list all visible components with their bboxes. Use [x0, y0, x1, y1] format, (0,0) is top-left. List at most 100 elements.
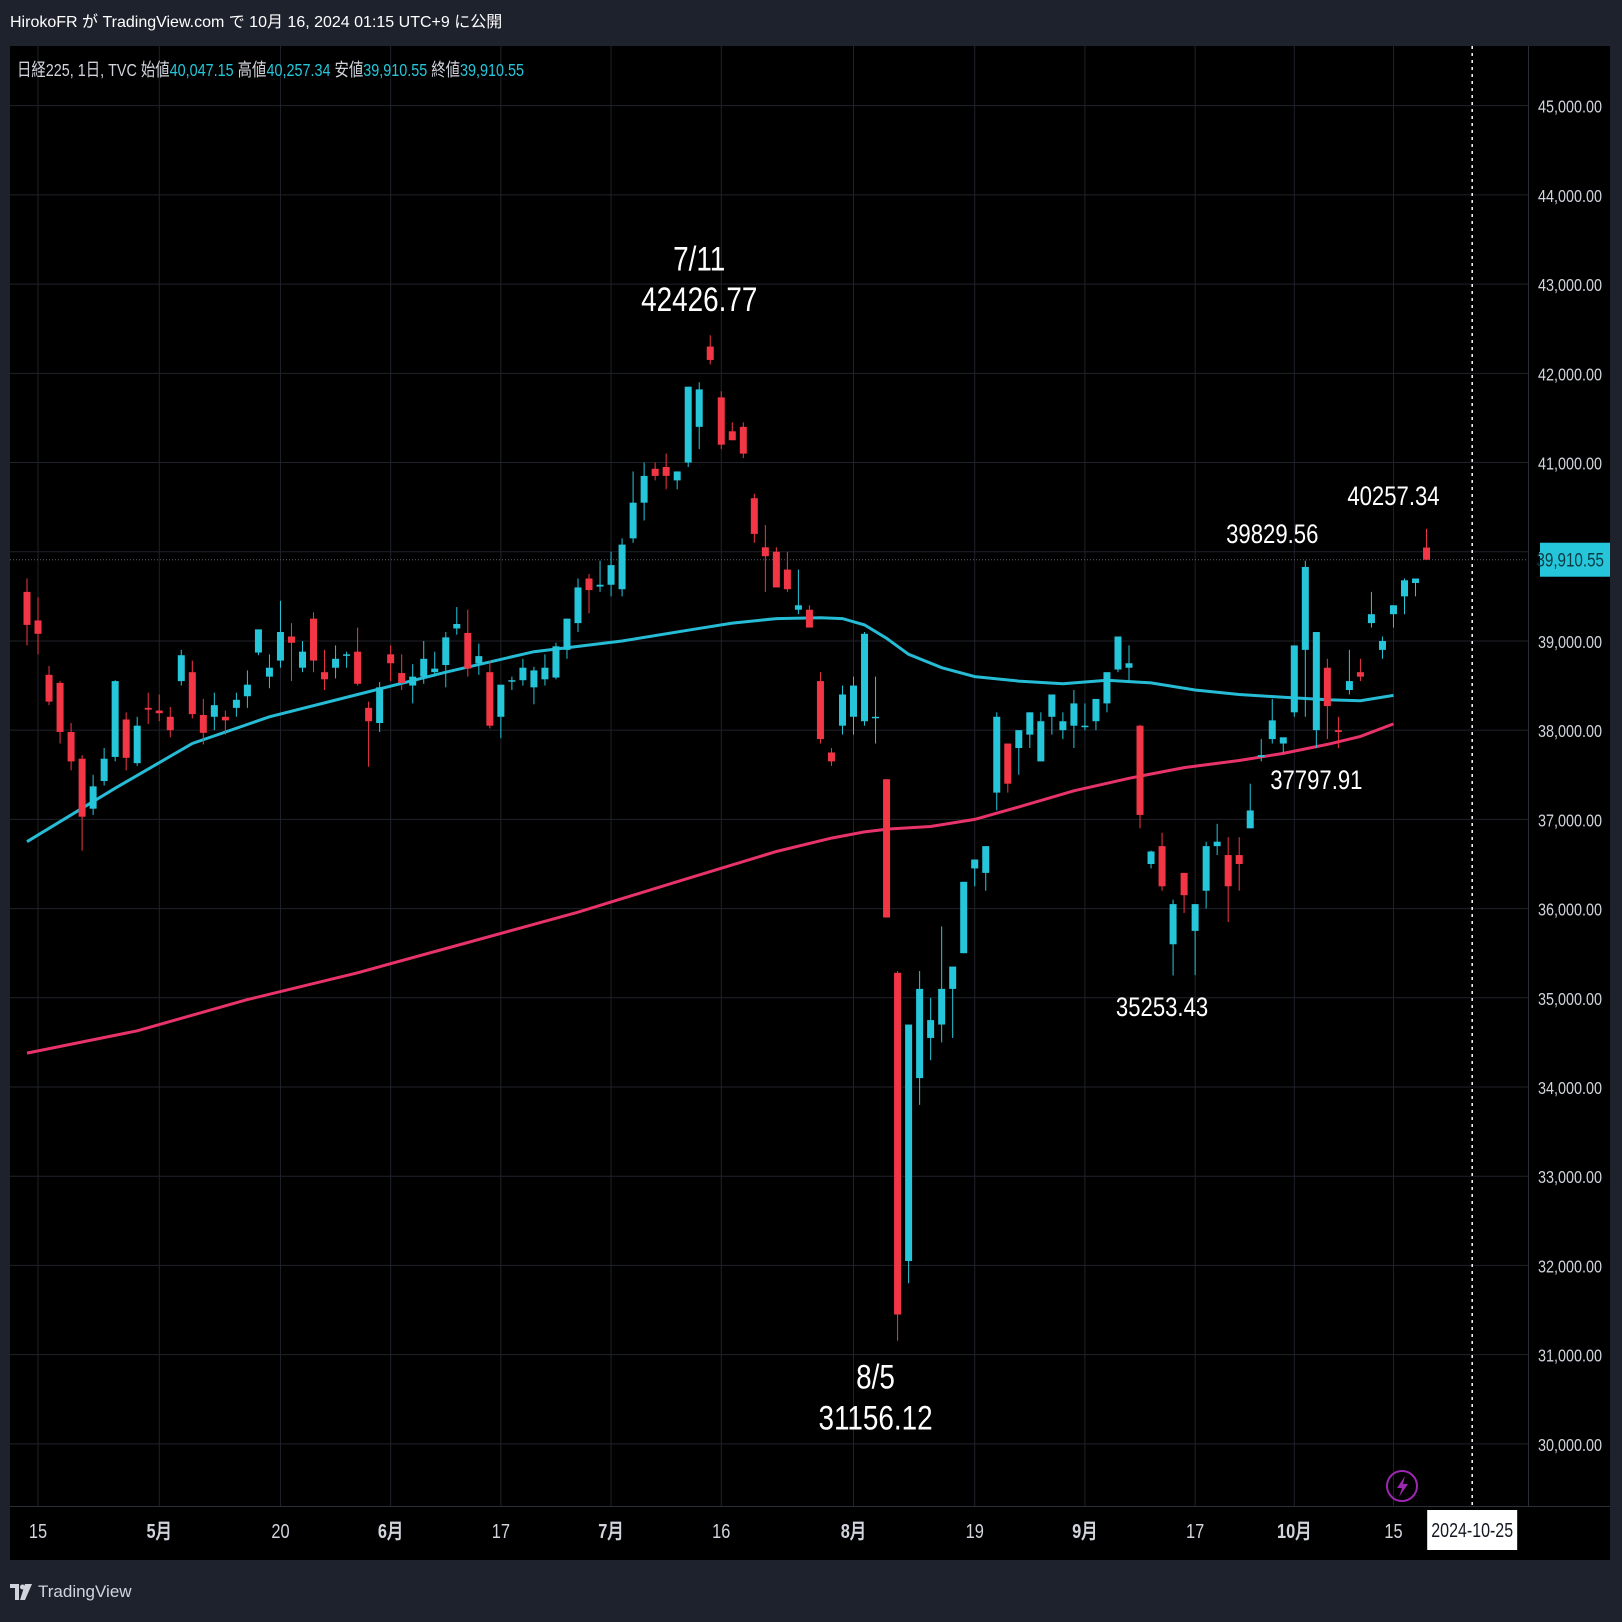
candle[interactable] [838, 685, 846, 735]
candle[interactable] [1037, 712, 1045, 762]
candle[interactable] [177, 649, 185, 686]
candle[interactable] [1389, 605, 1397, 628]
candle[interactable] [993, 712, 1001, 811]
candle[interactable] [1323, 658, 1331, 740]
candle[interactable] [122, 712, 130, 771]
candle[interactable] [111, 680, 119, 762]
candle[interactable] [1169, 899, 1177, 976]
candle[interactable] [640, 462, 648, 521]
lightning-bolt-icon[interactable] [1386, 1470, 1418, 1502]
candle[interactable] [1180, 872, 1188, 914]
candle[interactable] [519, 658, 527, 686]
candle[interactable] [883, 779, 891, 918]
candle[interactable] [1114, 636, 1122, 673]
candle[interactable] [1290, 645, 1298, 717]
candle[interactable] [276, 600, 284, 668]
candle[interactable] [1345, 649, 1353, 695]
candle[interactable] [89, 774, 97, 815]
candles[interactable] [23, 335, 1431, 1341]
candle[interactable] [541, 654, 549, 686]
candle[interactable] [1004, 743, 1012, 793]
candle[interactable] [144, 692, 152, 724]
candle[interactable] [1224, 837, 1232, 922]
candle[interactable] [717, 391, 725, 450]
candle[interactable] [133, 716, 141, 766]
candle[interactable] [387, 645, 395, 682]
candle[interactable] [365, 701, 373, 767]
x-axis-panel[interactable] [10, 1506, 1610, 1560]
candle[interactable] [166, 706, 174, 738]
candle[interactable] [1378, 636, 1386, 659]
candle[interactable] [1268, 698, 1276, 744]
candle[interactable] [794, 569, 802, 615]
candle[interactable] [596, 560, 604, 592]
candle[interactable] [982, 846, 990, 891]
candle[interactable] [354, 627, 362, 686]
candle[interactable] [310, 612, 318, 673]
candle[interactable] [1367, 591, 1375, 628]
candle[interactable] [508, 676, 516, 691]
candle[interactable] [23, 578, 31, 646]
candle[interactable] [243, 670, 251, 708]
candle[interactable] [1423, 528, 1431, 560]
candle[interactable] [772, 547, 780, 588]
candle[interactable] [739, 422, 747, 459]
candle[interactable] [1356, 658, 1364, 682]
candle[interactable] [56, 681, 64, 744]
candle[interactable] [673, 471, 681, 490]
candle[interactable] [552, 642, 560, 680]
candle[interactable] [232, 692, 240, 717]
candle[interactable] [1081, 703, 1089, 731]
candle[interactable] [453, 607, 461, 635]
candle[interactable] [960, 881, 968, 954]
candle[interactable] [607, 551, 615, 597]
candle[interactable] [100, 748, 108, 786]
candle[interactable] [1235, 837, 1243, 891]
candle[interactable] [1191, 904, 1199, 976]
candle[interactable] [45, 665, 53, 706]
candle[interactable] [1092, 698, 1100, 731]
candle[interactable] [872, 676, 880, 744]
candle[interactable] [287, 623, 295, 682]
candle[interactable] [574, 578, 582, 633]
candle[interactable] [530, 666, 538, 705]
candle[interactable] [265, 654, 273, 689]
candle[interactable] [1059, 712, 1067, 740]
candle[interactable] [728, 422, 736, 441]
candle[interactable] [475, 643, 483, 675]
candle[interactable] [861, 632, 869, 726]
candle[interactable] [1125, 645, 1133, 682]
chart-area[interactable]: 7/11 42426.77 8/5 31156.12 35253.43 39829.56 3… [10, 46, 1610, 1560]
candle[interactable] [706, 335, 714, 365]
candle[interactable] [376, 681, 384, 732]
candle[interactable] [1401, 578, 1408, 615]
candle[interactable] [783, 551, 791, 592]
candle[interactable] [816, 672, 824, 744]
candle[interactable] [1279, 737, 1287, 753]
candle[interactable] [34, 597, 42, 655]
candle[interactable] [938, 926, 946, 1043]
candle[interactable] [905, 1024, 913, 1284]
candle[interactable] [254, 629, 262, 656]
y-axis-panel[interactable] [1528, 46, 1610, 1560]
candle[interactable] [1048, 694, 1056, 735]
candle[interactable] [1026, 712, 1034, 749]
candle[interactable] [1213, 823, 1221, 856]
candle[interactable] [695, 382, 703, 450]
tradingview-brand[interactable]: TradingView [10, 1580, 132, 1604]
candle[interactable] [210, 692, 218, 731]
candle[interactable] [916, 971, 924, 1105]
candle[interactable] [486, 660, 494, 729]
candle[interactable] [585, 574, 593, 614]
candle[interactable] [750, 493, 758, 543]
candle[interactable] [651, 462, 659, 481]
candle[interactable] [850, 676, 857, 735]
candle[interactable] [321, 649, 329, 691]
candle[interactable] [1136, 724, 1144, 829]
candle[interactable] [188, 660, 196, 719]
candle[interactable] [761, 524, 769, 592]
candle[interactable] [971, 859, 979, 887]
candle[interactable] [332, 645, 340, 679]
candle[interactable] [927, 997, 935, 1061]
candle[interactable] [299, 640, 306, 673]
